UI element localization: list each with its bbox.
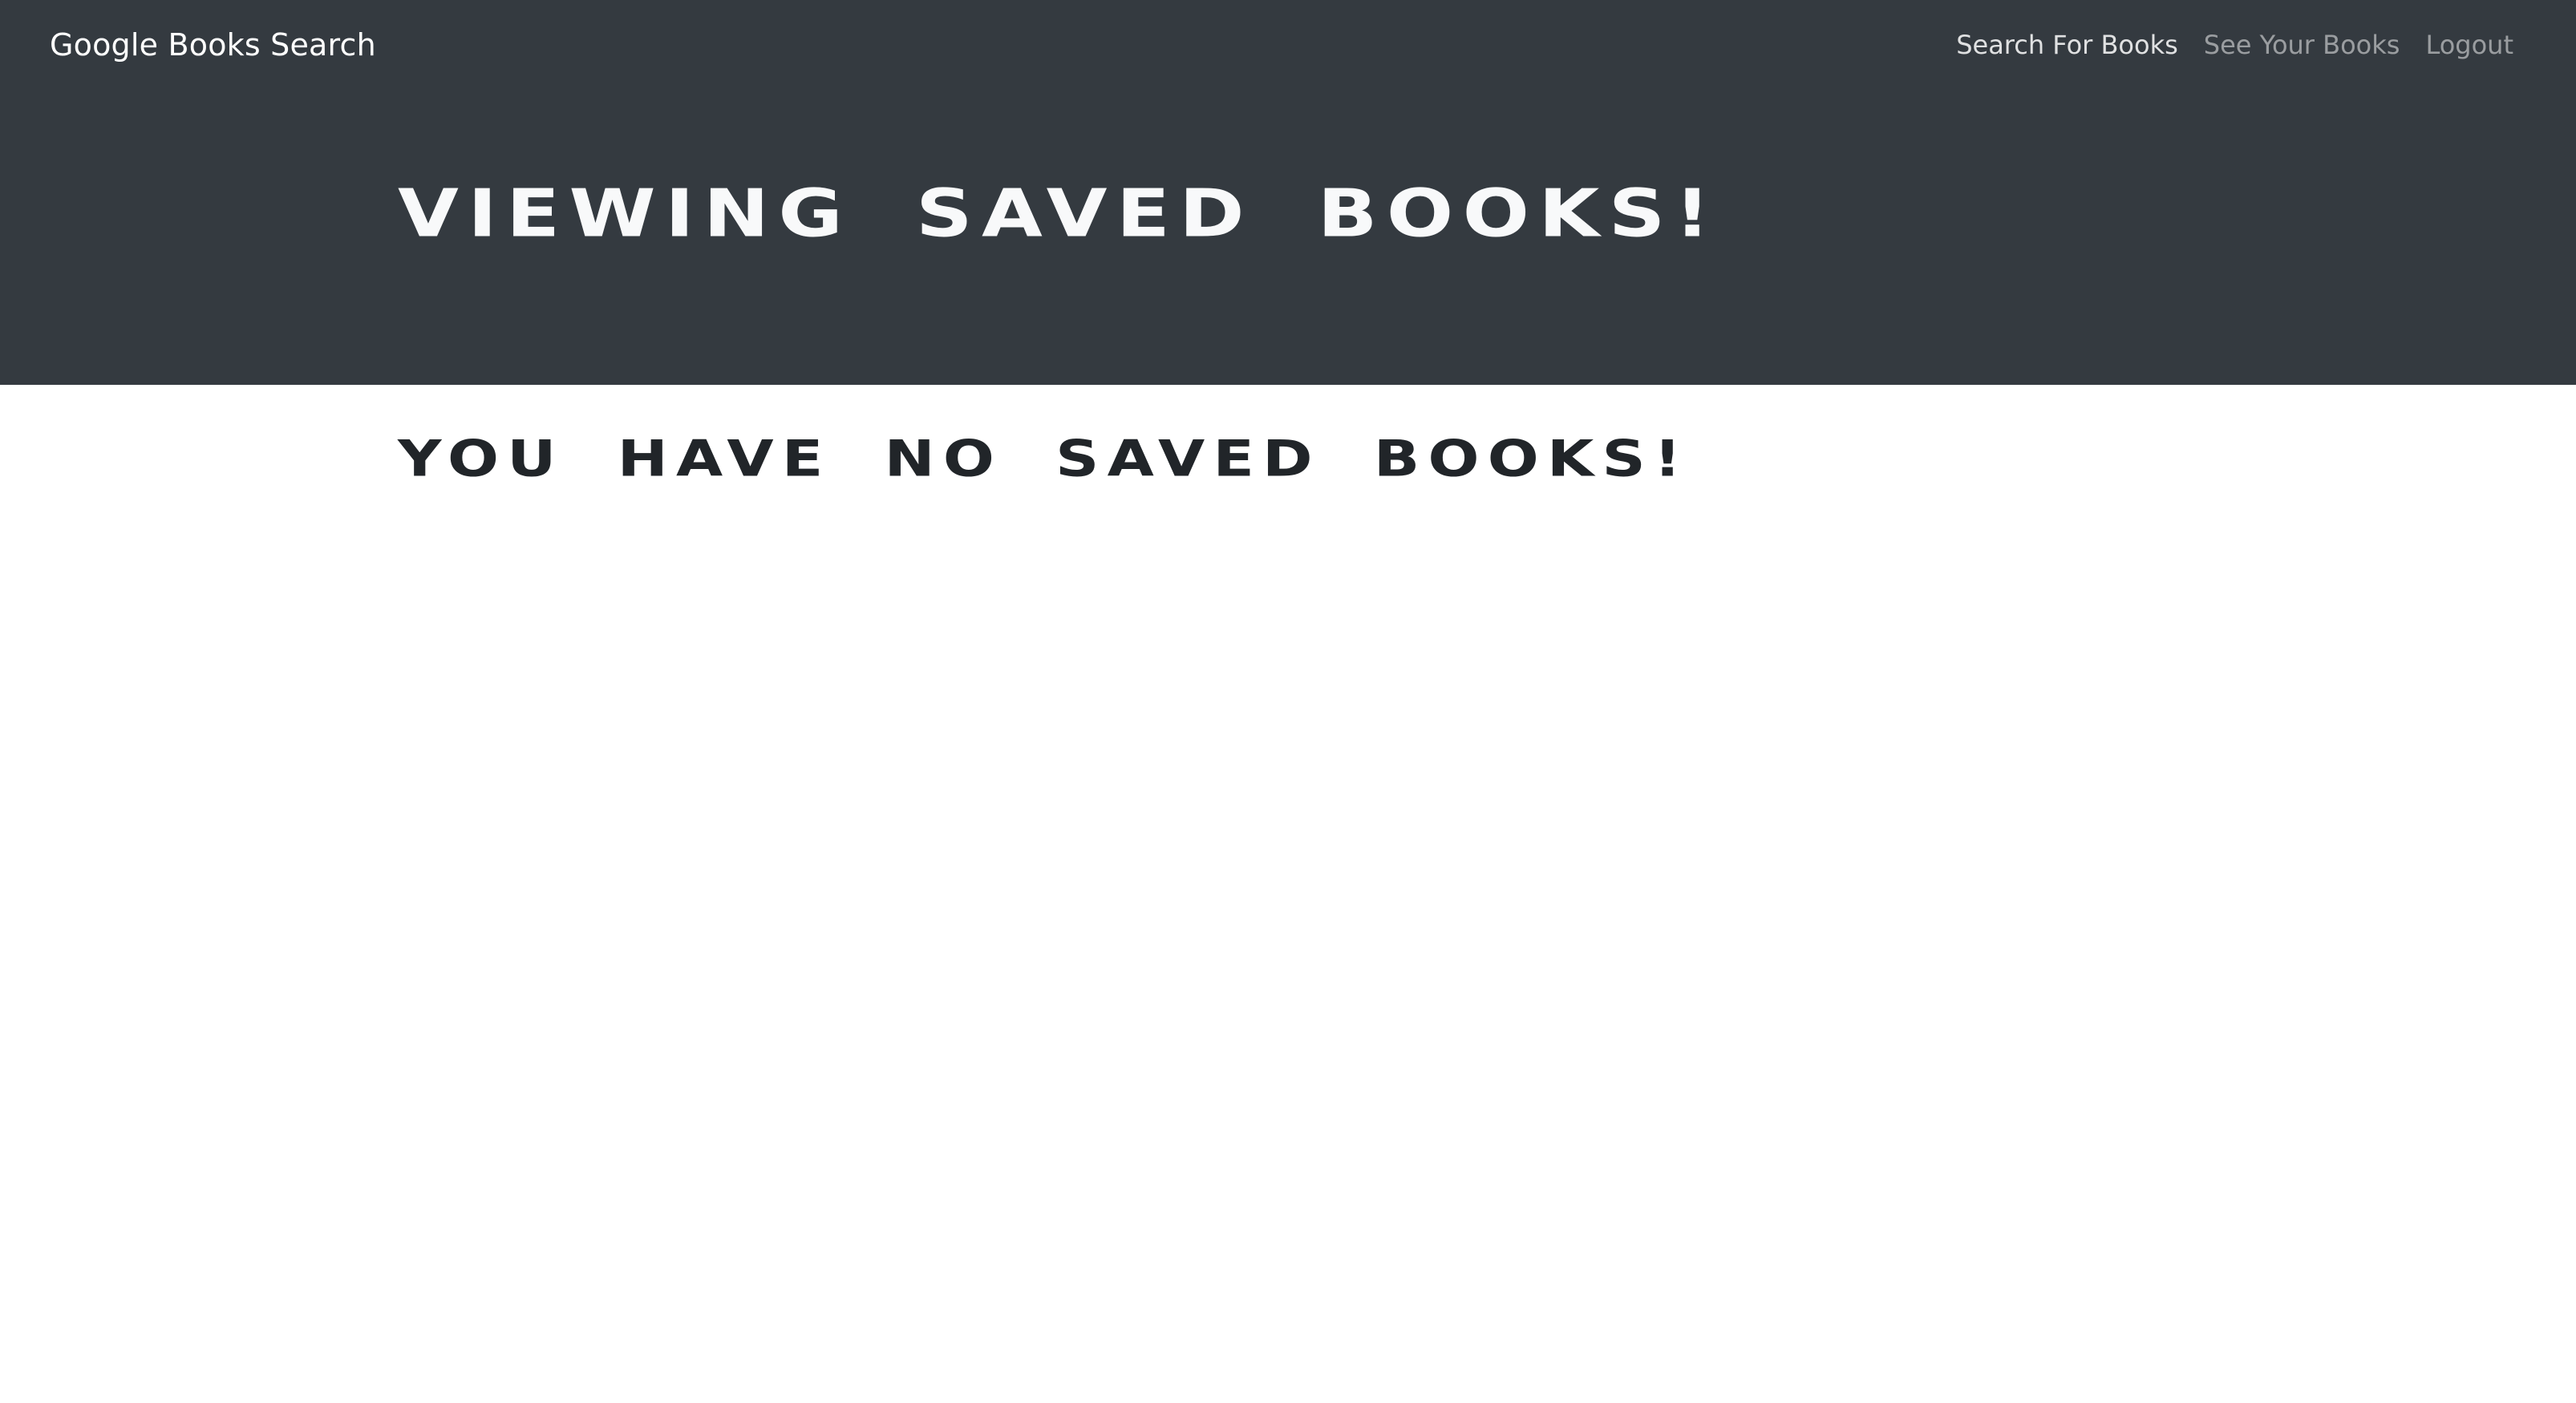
brand-link[interactable]: Google Books Search [50,27,376,63]
page-title: Viewing saved books! [398,176,1719,253]
nav-links: Search For Books See Your Books Logout [1956,30,2513,60]
nav-search-for-books-link[interactable]: Search For Books [1956,30,2178,60]
nav-logout-link[interactable]: Logout [2425,30,2513,60]
nav-see-your-books-link[interactable]: See Your Books [2204,30,2400,60]
jumbotron-header: Google Books Search Search For Books See… [0,0,2576,385]
navbar: Google Books Search Search For Books See… [0,0,2576,90]
empty-state-message: You have no saved books! [398,429,1690,488]
